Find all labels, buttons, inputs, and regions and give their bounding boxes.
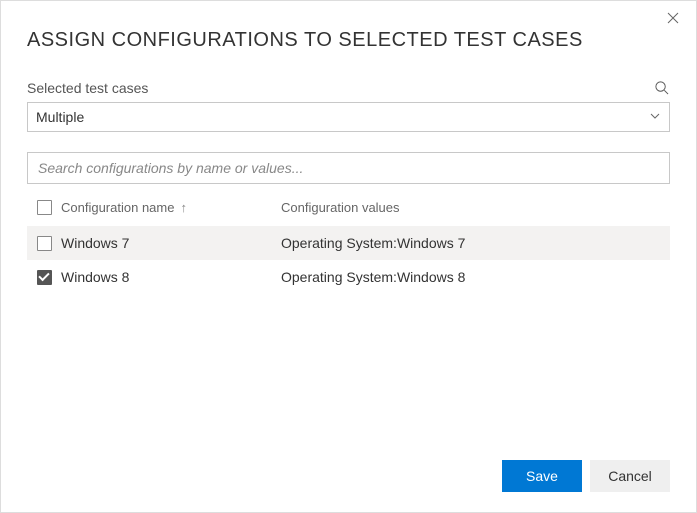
column-header-name-label: Configuration name (61, 200, 174, 215)
column-header-values-label: Configuration values (281, 200, 400, 215)
column-header-values[interactable]: Configuration values (281, 200, 670, 215)
row-values: Operating System:Windows 7 (281, 235, 670, 251)
sort-ascending-icon: ↑ (180, 200, 187, 215)
save-button[interactable]: Save (502, 460, 582, 492)
row-checkbox[interactable] (37, 270, 52, 285)
row-checkbox[interactable] (37, 236, 52, 251)
close-icon (667, 11, 679, 29)
row-values: Operating System:Windows 8 (281, 269, 670, 285)
dialog-title: ASSIGN CONFIGURATIONS TO SELECTED TEST C… (27, 29, 670, 52)
table-row[interactable]: Windows 7 Operating System:Windows 7 (27, 226, 670, 260)
table-header: Configuration name ↑ Configuration value… (27, 190, 670, 226)
selected-test-cases-label: Selected test cases (27, 80, 148, 96)
dropdown-value: Multiple (36, 109, 84, 125)
configurations-table: Configuration name ↑ Configuration value… (27, 190, 670, 294)
selected-test-cases-dropdown[interactable]: Multiple (27, 102, 670, 132)
chevron-down-icon (649, 109, 661, 125)
search-configurations-input[interactable] (27, 152, 670, 184)
row-name: Windows 8 (61, 269, 281, 285)
dialog-footer: Save Cancel (502, 460, 670, 492)
table-row[interactable]: Windows 8 Operating System:Windows 8 (27, 260, 670, 294)
column-header-name[interactable]: Configuration name ↑ (61, 200, 281, 215)
select-all-checkbox[interactable] (37, 200, 52, 215)
search-icon[interactable] (654, 80, 670, 96)
row-name: Windows 7 (61, 235, 281, 251)
cancel-button[interactable]: Cancel (590, 460, 670, 492)
close-button[interactable] (664, 11, 682, 29)
